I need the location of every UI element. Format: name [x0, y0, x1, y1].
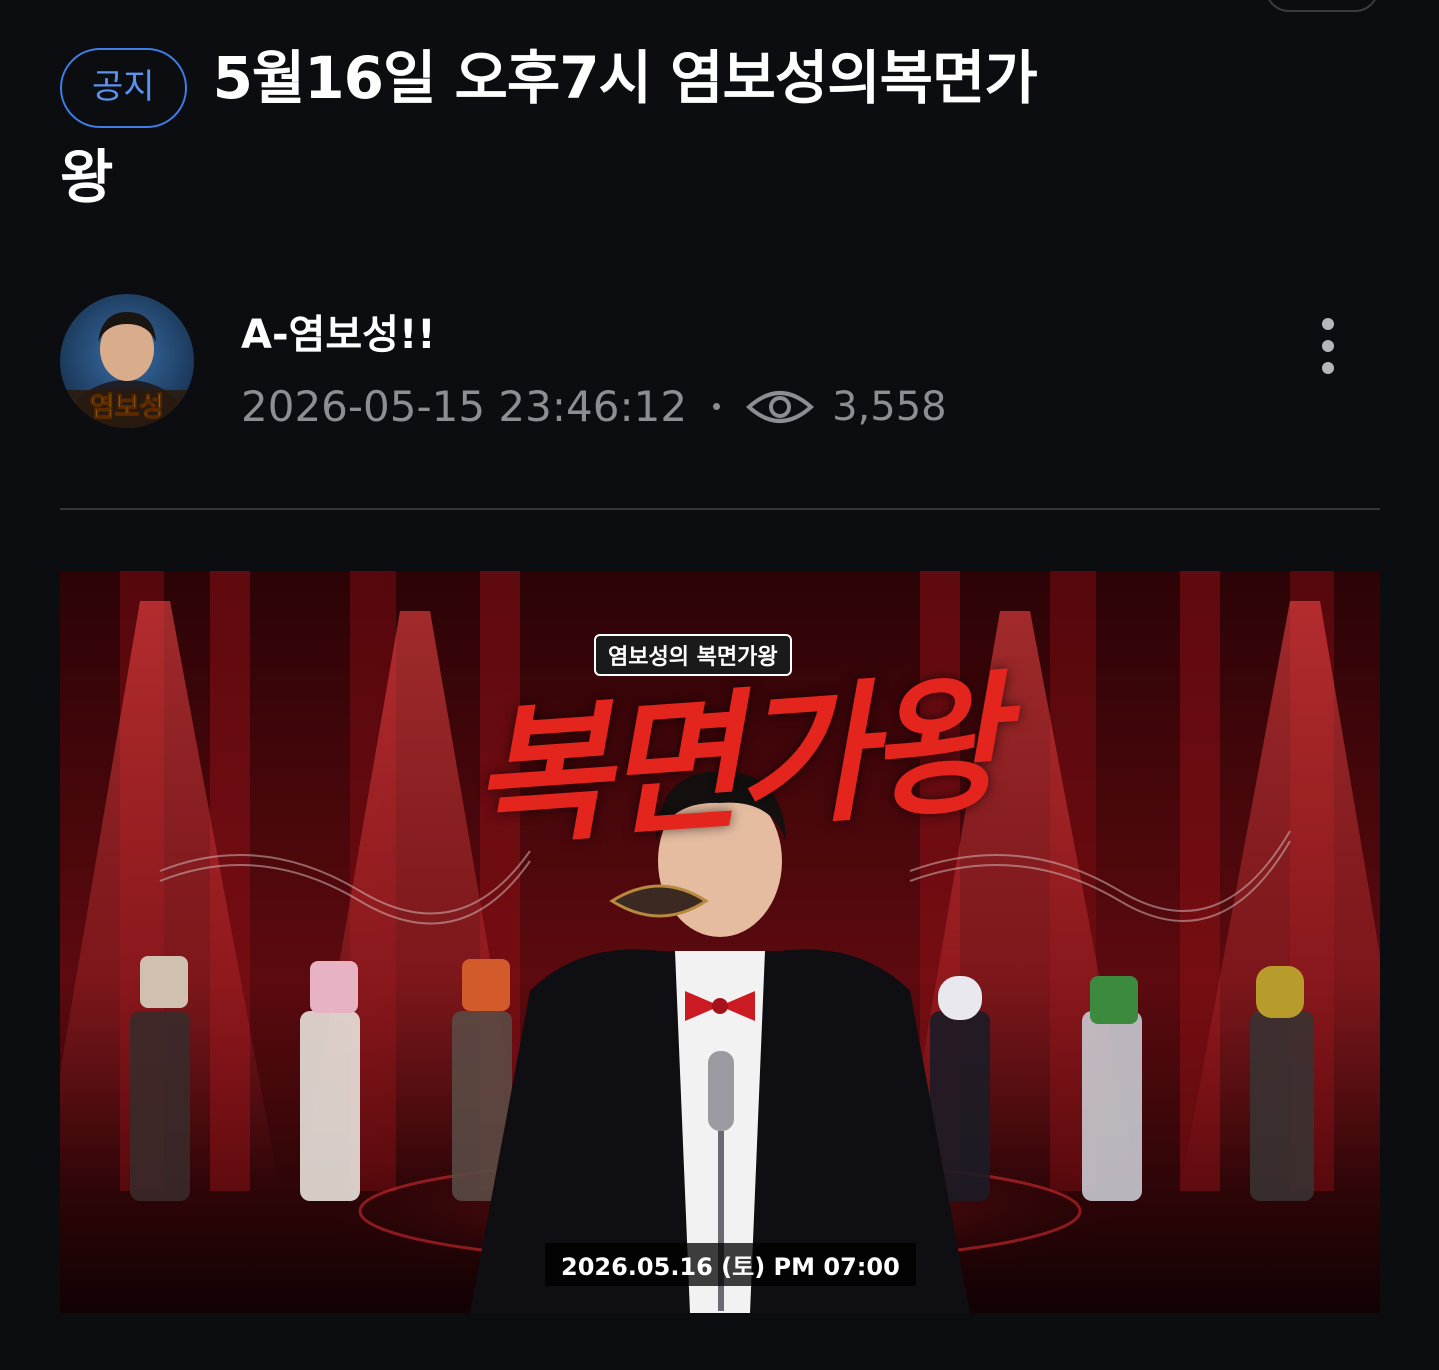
post-title: 5월16일 오후7시 염보성의복면가: [212, 44, 1038, 112]
view-count: 3,558: [832, 383, 947, 430]
author-row: 염보성 A-염보성!! 2026-05-15 23:46:12 3,558: [60, 294, 1380, 434]
top-pill-button[interactable]: [1265, 0, 1379, 12]
avatar[interactable]: 염보성: [60, 294, 194, 428]
post-title-continued: 왕: [60, 142, 114, 211]
banner-logo: 복면가왕: [465, 655, 1005, 869]
more-dot: [1322, 318, 1334, 330]
divider: [60, 508, 1380, 510]
post-meta: 2026-05-15 23:46:12 3,558: [241, 382, 947, 431]
banner-image[interactable]: 염보성의 복면가왕 복면가왕 2026.05.16 (토) PM 07:00: [60, 571, 1380, 1313]
more-dot: [1322, 362, 1334, 374]
banner-date: 2026.05.16 (토) PM 07:00: [545, 1243, 916, 1286]
author-name[interactable]: A-염보성!!: [241, 302, 435, 360]
eye-icon: [746, 390, 815, 423]
post-datetime: 2026-05-15 23:46:12: [241, 382, 688, 431]
post-header: 공지 5월16일 오후7시 염보성의복면가 왕: [60, 30, 1360, 220]
notice-badge: 공지: [60, 47, 187, 128]
post-detail-page: 공지 5월16일 오후7시 염보성의복면가 왕 염보성 A-염보성!! 2026…: [0, 0, 1439, 1370]
avatar-image: 염보성: [60, 294, 194, 428]
avatar-caption: 염보성: [90, 392, 165, 423]
more-dot: [1322, 340, 1334, 352]
more-vertical-icon[interactable]: [1322, 318, 1336, 378]
meta-separator-dot: [713, 403, 721, 410]
